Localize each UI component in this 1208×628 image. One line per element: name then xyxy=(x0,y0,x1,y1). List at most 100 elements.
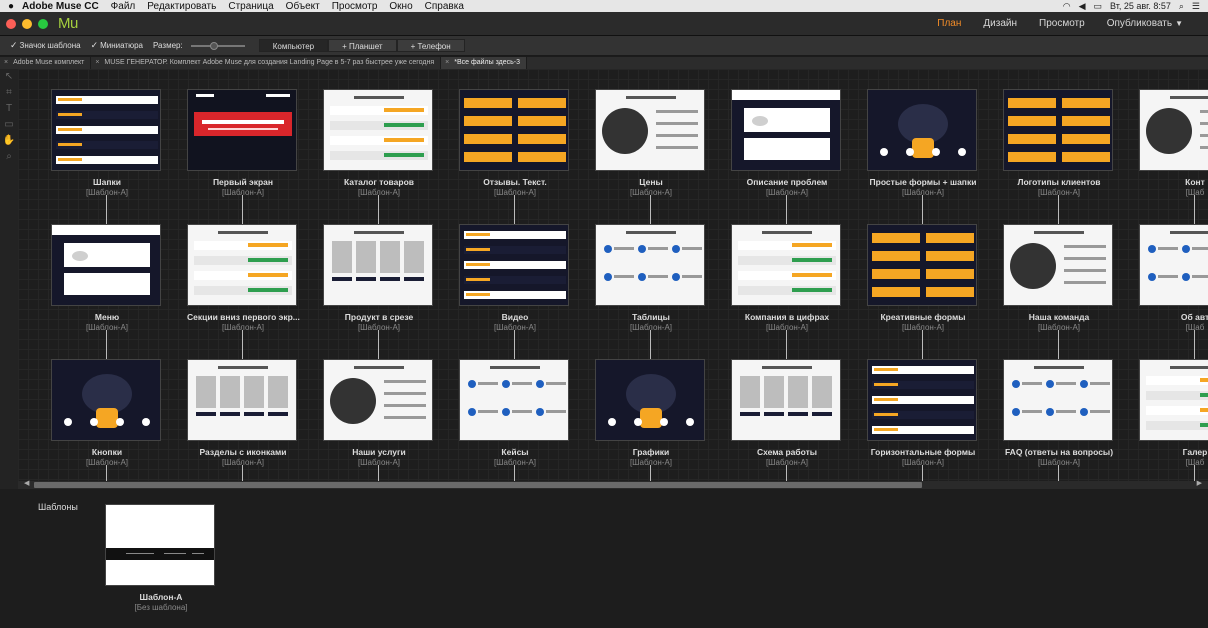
page-card[interactable]: Компания в цифрах [Шаблон-А] xyxy=(731,224,843,332)
page-card[interactable]: Логотипы клиентов [Шаблон-А] xyxy=(1003,89,1115,197)
wifi-icon[interactable]: ◠ xyxy=(1063,1,1071,12)
page-thumbnail[interactable] xyxy=(1139,359,1208,441)
close-window-button[interactable] xyxy=(6,18,16,29)
battery-icon[interactable]: ▭ xyxy=(1094,1,1103,12)
page-thumbnail[interactable] xyxy=(459,224,569,306)
apple-icon[interactable]: ● xyxy=(0,1,22,12)
page-card[interactable]: Схема работы [Шаблон-А] xyxy=(731,359,843,467)
page-card[interactable]: Секции вниз первого экр... [Шаблон-А] xyxy=(187,224,300,332)
page-thumbnail[interactable] xyxy=(51,224,161,306)
page-thumbnail[interactable] xyxy=(187,89,297,171)
menu-view[interactable]: Просмотр xyxy=(332,1,378,12)
page-thumbnail[interactable] xyxy=(731,224,841,306)
zoom-tool-icon[interactable]: ⌕ xyxy=(0,149,18,165)
close-tab-icon[interactable]: × xyxy=(445,57,449,69)
page-card[interactable]: Простые формы + шапки [Шаблон-А] xyxy=(867,89,979,197)
text-tool-icon[interactable]: T xyxy=(0,101,18,117)
page-thumbnail[interactable] xyxy=(1003,224,1113,306)
selection-tool-icon[interactable]: ↖ xyxy=(0,69,18,85)
tab-tablet[interactable]: + Планшет xyxy=(328,39,397,52)
tab-phone[interactable]: + Телефон xyxy=(396,39,465,52)
scroll-left-icon[interactable]: ◀ xyxy=(24,479,29,487)
page-card[interactable]: Описание проблем [Шаблон-А] xyxy=(731,89,843,197)
app-menu[interactable]: Adobe Muse CC xyxy=(22,1,99,12)
page-card[interactable]: Наши услуги [Шаблон-А] xyxy=(323,359,435,467)
page-thumbnail[interactable] xyxy=(187,224,297,306)
scrollbar-thumb[interactable] xyxy=(34,482,922,488)
minimize-window-button[interactable] xyxy=(22,18,32,29)
notification-center-icon[interactable]: ☰ xyxy=(1192,1,1200,12)
page-card[interactable]: Графики [Шаблон-А] xyxy=(595,359,707,467)
page-thumbnail[interactable] xyxy=(1003,89,1113,171)
page-thumbnail[interactable] xyxy=(1139,89,1208,171)
scroll-right-icon[interactable]: ▶ xyxy=(1197,479,1202,487)
page-thumbnail[interactable] xyxy=(867,224,977,306)
tab-desktop[interactable]: Компьютер xyxy=(258,39,329,52)
page-card[interactable]: Об авт [Шаб xyxy=(1139,224,1208,332)
mode-publish[interactable]: Опубликовать ▼ xyxy=(1096,18,1194,29)
master-thumbnail[interactable] xyxy=(105,504,215,586)
page-card[interactable]: Конт [Шаб xyxy=(1139,89,1208,197)
menu-window[interactable]: Окно xyxy=(389,1,412,12)
page-thumbnail[interactable] xyxy=(459,89,569,171)
page-card[interactable]: Цены [Шаблон-А] xyxy=(595,89,707,197)
template-badge-checkbox[interactable]: ✓ Значок шаблона xyxy=(10,40,81,51)
page-card[interactable]: FAQ (ответы на вопросы) [Шаблон-А] xyxy=(1003,359,1115,467)
page-card[interactable]: Отзывы. Текст. [Шаблон-А] xyxy=(459,89,571,197)
master-card[interactable]: Шаблон-А [Без шаблона] xyxy=(105,504,217,612)
page-card[interactable]: Галер [Шаб xyxy=(1139,359,1208,467)
page-thumbnail[interactable] xyxy=(51,359,161,441)
clock[interactable]: Вт, 25 авг. 8:57 xyxy=(1110,1,1171,11)
mode-plan[interactable]: План xyxy=(926,18,972,29)
menu-help[interactable]: Справка xyxy=(425,1,464,12)
page-thumbnail[interactable] xyxy=(1139,224,1208,306)
page-thumbnail[interactable] xyxy=(867,359,977,441)
close-tab-icon[interactable]: × xyxy=(4,57,8,69)
thumbnails-checkbox[interactable]: ✓ Миниатюра xyxy=(91,40,143,51)
doc-tab-active[interactable]: × *Все файлы здесь-3 xyxy=(441,57,527,69)
page-card[interactable]: Таблицы [Шаблон-А] xyxy=(595,224,707,332)
doc-tab[interactable]: × MUSE ГЕНЕРАТОР. Комплект Adobe Muse для… xyxy=(91,57,442,69)
page-thumbnail[interactable] xyxy=(323,224,433,306)
menu-object[interactable]: Объект xyxy=(286,1,320,12)
page-thumbnail[interactable] xyxy=(595,89,705,171)
rectangle-tool-icon[interactable]: ▭ xyxy=(0,117,18,133)
page-card[interactable]: Шапки [Шаблон-А] xyxy=(51,89,163,197)
page-thumbnail[interactable] xyxy=(323,89,433,171)
page-thumbnail[interactable] xyxy=(459,359,569,441)
page-thumbnail[interactable] xyxy=(731,359,841,441)
menu-file[interactable]: Файл xyxy=(111,1,136,12)
page-thumbnail[interactable] xyxy=(187,359,297,441)
spotlight-icon[interactable]: ⌕ xyxy=(1179,1,1184,12)
page-card[interactable]: Наша команда [Шаблон-А] xyxy=(1003,224,1115,332)
mode-design[interactable]: Дизайн xyxy=(972,18,1028,29)
page-card[interactable]: Кнопки [Шаблон-А] xyxy=(51,359,163,467)
close-tab-icon[interactable]: × xyxy=(95,57,99,69)
zoom-window-button[interactable] xyxy=(38,18,48,29)
page-thumbnail[interactable] xyxy=(595,359,705,441)
page-card[interactable]: Горизонтальные формы [Шаблон-А] xyxy=(867,359,979,467)
page-thumbnail[interactable] xyxy=(1003,359,1113,441)
page-card[interactable]: Кейсы [Шаблон-А] xyxy=(459,359,571,467)
page-thumbnail[interactable] xyxy=(867,89,977,171)
doc-tab[interactable]: × Adobe Muse комплект xyxy=(0,57,92,69)
site-plan-view[interactable]: Шапки [Шаблон-А] Первый экран [Шаблон-А] Кат… xyxy=(18,69,1208,481)
volume-icon[interactable]: ◀ xyxy=(1079,1,1086,12)
thumbnail-size-slider[interactable] xyxy=(190,41,245,50)
menu-page[interactable]: Страница xyxy=(228,1,273,12)
page-card[interactable]: Продукт в срезе [Шаблон-А] xyxy=(323,224,435,332)
page-thumbnail[interactable] xyxy=(731,89,841,171)
plan-horizontal-scrollbar[interactable]: ◀ ▶ xyxy=(18,479,1208,489)
page-card[interactable]: Разделы с иконками [Шаблон-А] xyxy=(187,359,299,467)
page-thumbnail[interactable] xyxy=(323,359,433,441)
page-thumbnail[interactable] xyxy=(595,224,705,306)
mode-preview[interactable]: Просмотр xyxy=(1028,18,1096,29)
page-card[interactable]: Первый экран [Шаблон-А] xyxy=(187,89,299,197)
slider-knob[interactable] xyxy=(209,41,218,50)
page-card[interactable]: Видео [Шаблон-А] xyxy=(459,224,571,332)
page-card[interactable]: Меню [Шаблон-А] xyxy=(51,224,163,332)
page-card[interactable]: Каталог товаров [Шаблон-А] xyxy=(323,89,435,197)
page-thumbnail[interactable] xyxy=(51,89,161,171)
menu-edit[interactable]: Редактировать xyxy=(147,1,216,12)
page-card[interactable]: Креативные формы [Шаблон-А] xyxy=(867,224,979,332)
